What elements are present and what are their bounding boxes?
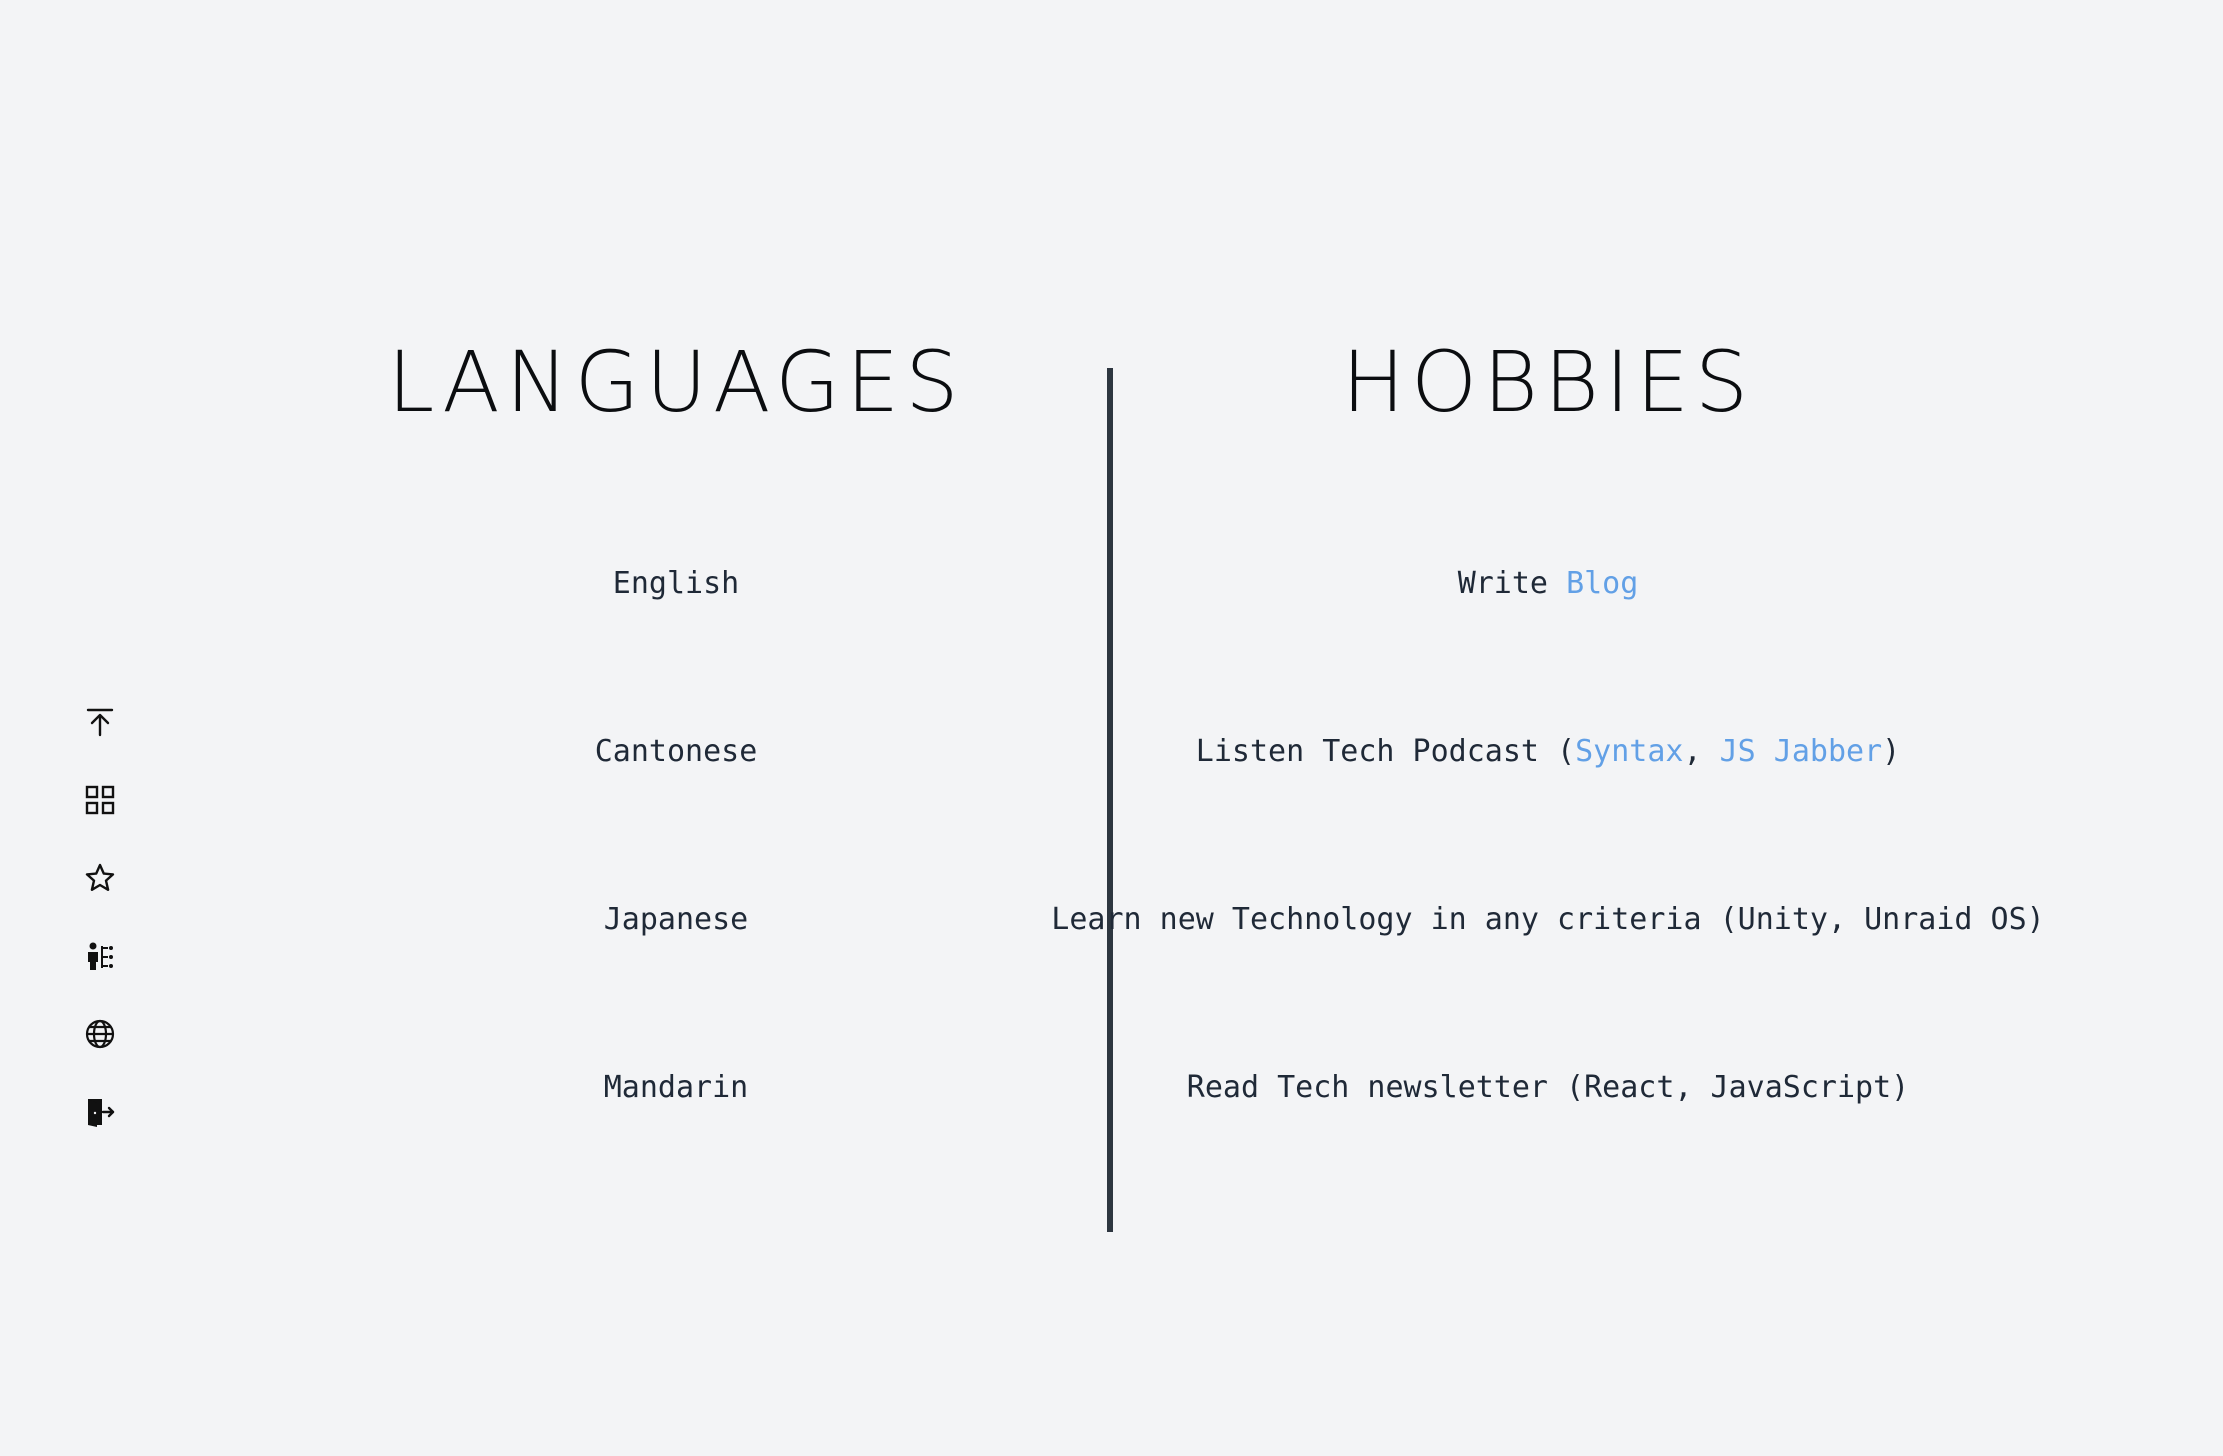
section-divider bbox=[1107, 368, 1113, 1232]
hobby-blog-text: Write bbox=[1457, 566, 1567, 601]
hobby-item-podcast: Listen Tech Podcast (Syntax, JS Jabber) bbox=[1196, 737, 1900, 767]
globe-icon bbox=[85, 1019, 115, 1049]
language-item-english: English bbox=[612, 566, 740, 601]
syntax-podcast-link[interactable]: Syntax bbox=[1575, 734, 1683, 769]
nav-exit-button[interactable] bbox=[78, 1090, 122, 1134]
podcast-separator: , bbox=[1683, 734, 1720, 769]
nav-language-button[interactable] bbox=[78, 1012, 122, 1056]
nav-favorites-button[interactable] bbox=[78, 856, 122, 900]
hobby-item-learn: Learn new Technology in any criteria (Un… bbox=[1051, 902, 2045, 937]
podcast-close-paren: ) bbox=[1882, 734, 1901, 769]
language-item-mandarin: Mandarin bbox=[603, 1070, 749, 1105]
arrow-to-top-icon bbox=[86, 708, 114, 737]
language-item-cantonese: Cantonese bbox=[594, 734, 758, 769]
exit-door-icon bbox=[88, 1099, 115, 1127]
languages-heading: LANGUAGES bbox=[387, 333, 965, 431]
star-icon bbox=[85, 863, 115, 891]
blog-link[interactable]: Blog bbox=[1566, 566, 1638, 601]
nav-projects-button[interactable] bbox=[78, 778, 122, 822]
language-item-japanese: Japanese bbox=[603, 902, 749, 937]
hobby-podcast-text: Listen Tech Podcast ( bbox=[1195, 734, 1576, 769]
hobby-item-newsletter: Read Tech newsletter (React, JavaScript) bbox=[1186, 1070, 1910, 1105]
js-jabber-podcast-link[interactable]: JS Jabber bbox=[1720, 734, 1883, 769]
hobbies-heading: HOBBIES bbox=[1341, 333, 1755, 431]
nav-skills-button[interactable] bbox=[78, 934, 122, 978]
person-skills-icon bbox=[88, 942, 113, 970]
hobby-item-blog: Write Blog bbox=[1458, 569, 1639, 599]
grid-icon bbox=[85, 785, 115, 815]
back-to-top-button[interactable] bbox=[78, 700, 122, 744]
side-nav bbox=[78, 700, 122, 1134]
